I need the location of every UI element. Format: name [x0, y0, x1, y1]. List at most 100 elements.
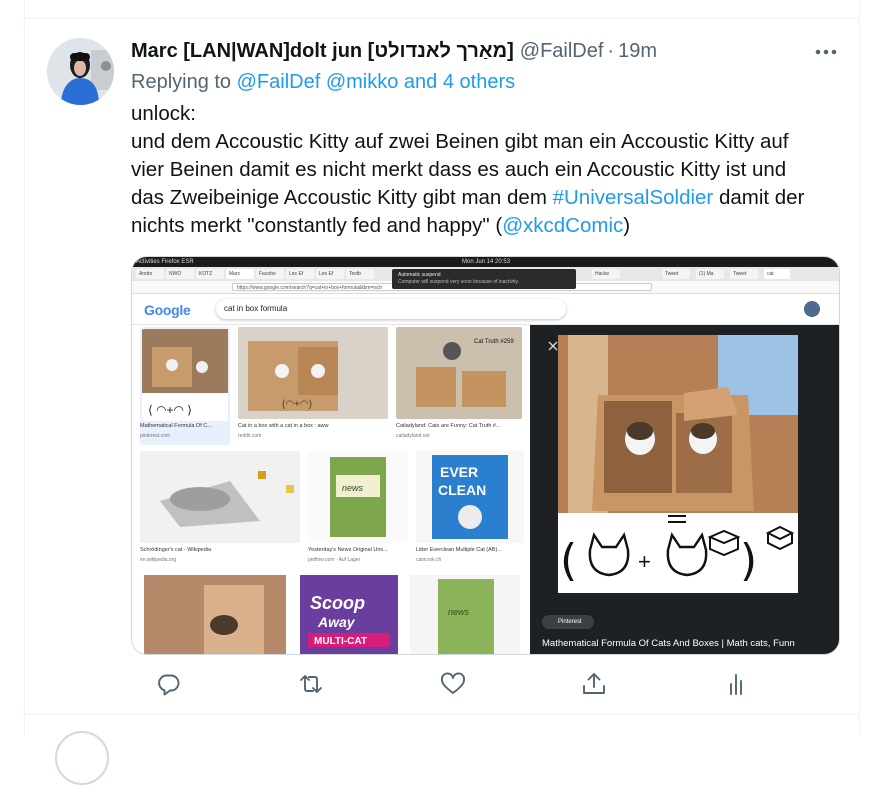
- divider: [25, 714, 859, 715]
- result-card: ⟨ ◠+◠ ⟩ Mathematical Formula Of C... pin…: [140, 327, 230, 445]
- result-source: pinterest.com: [140, 433, 171, 439]
- svg-text:(: (: [560, 535, 577, 586]
- preview-caption: Mathematical Formula Of Cats And Boxes |…: [542, 638, 795, 649]
- result-caption: Schrödinger's cat - Wikipedia: [140, 547, 212, 553]
- result-thumbnail: [140, 451, 300, 543]
- svg-text:news: news: [448, 607, 470, 617]
- tweet-text: unlock: und dem Accoustic Kitty auf zwei…: [131, 100, 831, 240]
- result-caption: Litter Everclean Multiple Cat (AB)...: [416, 547, 502, 553]
- profile-avatar-icon: [804, 301, 820, 317]
- tweet-text-fragment: ): [623, 214, 631, 237]
- result-caption: Yesterday's News Original Uns...: [308, 547, 388, 553]
- analytics-icon: [730, 674, 742, 695]
- tweet-text-line: unlock:: [131, 102, 196, 125]
- svg-text:CLEAN: CLEAN: [438, 482, 486, 498]
- hashtag-link[interactable]: #UniversalSoldier: [553, 186, 714, 209]
- replying-to-link[interactable]: @FailDef @mikko and 4 others: [237, 71, 516, 93]
- result-caption: Catladyland: Cats are Funny: Cat Truth #…: [396, 423, 501, 429]
- result-caption: Cat in a box with a cat in a box : aww: [238, 423, 329, 429]
- browser-tab: KOTZ: [196, 269, 224, 279]
- share-icon: [583, 673, 605, 694]
- svg-text:Scoop: Scoop: [310, 593, 365, 613]
- retweet-icon: [300, 675, 322, 693]
- browser-tab: Facebo: [256, 269, 284, 279]
- author-handle[interactable]: @FailDef: [520, 40, 604, 63]
- reply-icon: [158, 674, 180, 696]
- browser-tab: Les Ef: [316, 269, 344, 279]
- svg-text:): ): [740, 535, 757, 586]
- next-tweet-avatar[interactable]: [55, 731, 109, 785]
- result-thumbnail: Scoop Away MULTI-CAT: [300, 575, 398, 654]
- more-icon: [815, 49, 837, 55]
- svg-text:news: news: [342, 483, 364, 493]
- preview-image: ( + ): [558, 335, 798, 593]
- os-top-bar: Activities Firefox ESR Mon Jun 14 20:53: [132, 257, 839, 267]
- result-thumbnail: [144, 575, 286, 654]
- result-thumbnail: ⟨ ◠+◠ ⟩: [142, 329, 228, 421]
- browser-tab: (1) Ma: [696, 269, 724, 279]
- result-card: Schrödinger's cat - Wikipedia en.wikiped…: [140, 451, 300, 569]
- analytics-button[interactable]: [722, 670, 750, 698]
- image-results-grid: ⟨ ◠+◠ ⟩ Mathematical Formula Of C... pin…: [132, 325, 530, 654]
- browser-tab: NWO: [166, 269, 194, 279]
- result-card: news Yesterday's News Original Uns... pe…: [308, 451, 408, 569]
- tweet-text-fragment: nichts merkt "constantly fed and happy" …: [131, 214, 503, 237]
- browser-tab: Andro: [136, 269, 164, 279]
- svg-text:Away: Away: [317, 614, 356, 630]
- browser-tab: cat: [764, 269, 790, 279]
- share-button[interactable]: [580, 670, 608, 698]
- retweet-button[interactable]: [297, 670, 325, 698]
- result-thumbnail: news: [410, 575, 520, 654]
- timeline-column: Marc [LAN|WAN]dolt jun [מאַרך לאנדולט] @…: [24, 0, 860, 785]
- browser-tab: Tweet: [662, 269, 690, 279]
- google-logo-text: Google: [144, 302, 191, 318]
- mention-link[interactable]: @xkcdComic: [502, 214, 623, 237]
- more-options-button[interactable]: [813, 40, 839, 64]
- os-bar-left: Activities Firefox ESR: [136, 259, 194, 265]
- tweet-text-line: und dem Accoustic Kitty auf zwei Beinen …: [131, 130, 789, 153]
- tweet-actions: [155, 670, 755, 700]
- browser-tab: Hacke: [592, 269, 620, 279]
- divider: [25, 18, 859, 19]
- author-name[interactable]: Marc [LAN|WAN]dolt jun [מאַרך לאנדולט]: [131, 40, 514, 63]
- notification-body: Computer will suspend very soon because …: [398, 279, 520, 285]
- svg-text:Cat Truth #259: Cat Truth #259: [474, 339, 514, 345]
- result-source: canicrok.ch: [416, 557, 442, 563]
- result-card: EVER CLEAN Litter Everclean Multiple Cat…: [416, 451, 524, 569]
- source-chip: Pinterest: [542, 615, 594, 629]
- separator-dot: ·: [607, 40, 615, 62]
- like-icon: [441, 672, 465, 694]
- tweet-text-line: nichts merkt "constantly fed and happy" …: [131, 212, 831, 240]
- google-search-bar: Google cat in box formula: [132, 294, 839, 325]
- result-source: catladyland.net: [396, 433, 430, 439]
- like-button[interactable]: [439, 670, 467, 698]
- avatar[interactable]: [47, 38, 114, 105]
- svg-text:EVER: EVER: [440, 464, 478, 480]
- tweet-media-image[interactable]: Activities Firefox ESR Mon Jun 14 20:53 …: [131, 256, 840, 655]
- browser-tab: Les Ef: [286, 269, 314, 279]
- tweet-text-fragment: das Zweibeinige Accoustic Kitty gibt man…: [131, 186, 553, 209]
- viewer-source: Pinterest: [558, 619, 582, 625]
- result-source: en.wikipedia.org: [140, 557, 177, 563]
- browser-tab: Marc: [226, 269, 254, 279]
- image-preview-panel: ( + ) Pinterest Mathematical Formula Of …: [530, 325, 839, 654]
- tweet-text-fragment: damit der: [713, 186, 805, 209]
- replying-to: Replying to @FailDef @mikko and 4 others: [131, 71, 515, 94]
- reply-button[interactable]: [155, 670, 183, 698]
- tweet-time[interactable]: 19m: [618, 40, 657, 63]
- result-source: reddit.com: [238, 433, 262, 439]
- tweet-header: Marc [LAN|WAN]dolt jun [מאַרך לאנדולט] @…: [131, 40, 657, 66]
- result-card: Cat Truth #259 Catladyland: Cats are Fun…: [396, 327, 522, 445]
- result-source: petflow.com · Auf Lager: [308, 557, 361, 563]
- svg-text:+: +: [638, 549, 651, 574]
- browser-tab: Testb: [346, 269, 374, 279]
- result-card: (◠+◠) Cat in a box with a cat in a box :…: [238, 327, 388, 445]
- close-icon: [548, 341, 558, 351]
- tweet-text-line: vier Beinen damit es nicht merkt dass es…: [131, 158, 787, 181]
- notification-title: Automatic suspend: [398, 272, 441, 278]
- result-caption: Mathematical Formula Of C...: [140, 423, 212, 429]
- svg-text:(◠+◠): (◠+◠): [282, 399, 312, 410]
- result-thumbnail: Cat Truth #259: [396, 327, 522, 419]
- svg-text:⟨ ◠+◠ ⟩: ⟨ ◠+◠ ⟩: [148, 403, 192, 417]
- suspend-notification: Automatic suspend Computer will suspend …: [392, 269, 576, 289]
